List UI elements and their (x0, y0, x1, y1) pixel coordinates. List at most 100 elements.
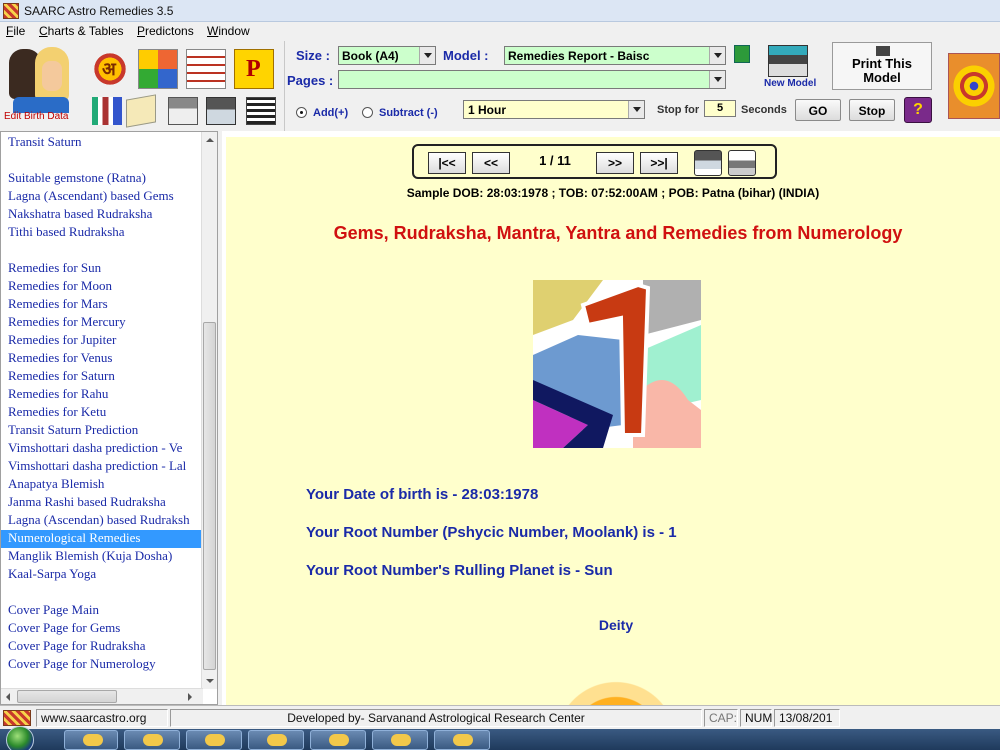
size-label: Size : (296, 48, 330, 63)
sidebar-item[interactable]: Cover Page Main (8, 602, 99, 620)
sidebar-item[interactable]: Remedies for Mars (8, 296, 108, 314)
sidebar-item[interactable]: Tithi based Rudraksha (8, 224, 125, 242)
print-this-model-button[interactable]: Print This Model (832, 42, 932, 90)
sidebar-item[interactable]: Lagna (Ascendan) based Rudraksh (8, 512, 190, 530)
start-button[interactable] (6, 726, 34, 750)
scroll-up-icon[interactable] (202, 132, 217, 148)
deity-heading: Deity (598, 617, 634, 633)
sidebar-item[interactable]: Cover Page for Numerology (8, 656, 156, 674)
sidebar-item[interactable]: Nakshatra based Rudraksha (8, 206, 152, 224)
add-radio-label[interactable]: Add(+) (313, 107, 348, 119)
taskbar-folder-app[interactable] (372, 730, 428, 750)
new-model-icon[interactable] (768, 45, 808, 77)
edit-birth-data-icon[interactable] (5, 45, 77, 115)
scroll-down-icon[interactable] (202, 673, 217, 689)
printer-icon[interactable] (206, 97, 236, 125)
om-icon[interactable]: अ (90, 49, 130, 89)
report-sections-list: Transit Saturn Suitable gemstone (Ratna) L… (0, 131, 218, 705)
printer-icon (876, 46, 890, 56)
scroll-thumb[interactable] (203, 322, 216, 670)
sidebar-item[interactable]: Remedies for Jupiter (8, 332, 116, 350)
go-button[interactable]: GO (795, 99, 841, 121)
print-preview-icon[interactable] (728, 150, 756, 176)
prediction-p-icon[interactable]: P (234, 49, 274, 89)
sidebar-item[interactable]: Remedies for Venus (8, 350, 112, 368)
caps-indicator: CAP: (704, 709, 738, 727)
help-book-icon[interactable]: ? (904, 97, 932, 123)
sidebar-item[interactable]: Kaal-Sarpa Yoga (8, 566, 96, 584)
sidebar-item[interactable]: Cover Page for Rudraksha (8, 638, 146, 656)
sidebar-item[interactable]: Remedies for Sun (8, 260, 101, 278)
sidebar-item[interactable]: Janma Rashi based Rudraksha (8, 494, 166, 512)
size-select[interactable]: Book (A4) (338, 46, 436, 65)
open-book-icon[interactable] (126, 94, 156, 128)
taskbar-key-app-2[interactable] (186, 730, 242, 750)
root-number-line: Your Root Number (Pshycic Number, Moolan… (306, 524, 677, 541)
sample-birth-details: Sample DOB: 28:03:1978 ; TOB: 07:52:00AM… (406, 186, 820, 200)
report-page: |<< << 1 / 11 >> >>| Sample DOB: 28:03:1… (226, 137, 1000, 705)
chart-grid-icon[interactable] (138, 49, 178, 89)
menu-file[interactable]: File (6, 24, 25, 38)
sidebar-item[interactable]: Transit Saturn Prediction (8, 422, 138, 440)
chevron-down-icon[interactable] (419, 47, 435, 64)
chevron-down-icon[interactable] (628, 101, 644, 118)
sidebar-item[interactable]: Transit Saturn (8, 134, 82, 152)
taskbar-key-app-1[interactable] (124, 730, 180, 750)
subtract-radio-label[interactable]: Subtract (-) (379, 107, 438, 119)
sidebar-item[interactable]: Remedies for Saturn (8, 368, 115, 386)
stop-button[interactable]: Stop (849, 99, 895, 121)
sidebar-item[interactable]: Remedies for Ketu (8, 404, 106, 422)
sidebar-item[interactable]: Remedies for Moon (8, 278, 112, 296)
add-radio[interactable] (296, 107, 307, 118)
first-page-button[interactable]: |<< (428, 152, 466, 174)
subtract-radio[interactable] (362, 107, 373, 118)
sidebar-item[interactable]: Lagna (Ascendant) based Gems (8, 188, 174, 206)
mandala-icon[interactable] (948, 53, 1000, 119)
model-select[interactable]: Remedies Report - Baisc (504, 46, 726, 65)
report-heading: Gems, Rudraksha, Mantra, Yantra and Reme… (333, 223, 903, 243)
sidebar-item[interactable]: Remedies for Mercury (8, 314, 126, 332)
sidebar-item[interactable]: Anapatya Blemish (8, 476, 104, 494)
taskbar-app-5[interactable] (310, 730, 366, 750)
report-toolbar: Size : Book (A4) Model : Remedies Report… (286, 41, 1000, 131)
website-panel[interactable]: www.saarcastro.org (36, 709, 168, 727)
taskbar-app-1[interactable] (64, 730, 118, 750)
stop-seconds-input[interactable]: 5 (704, 100, 736, 117)
menu-predictions[interactable]: Predictons (137, 24, 194, 38)
edit-birth-data-label[interactable]: Edit Birth Data (4, 111, 68, 122)
vertical-scrollbar[interactable] (201, 132, 217, 689)
chevron-down-icon[interactable] (709, 71, 725, 88)
sidebar-item[interactable]: Manglik Blemish (Kuja Dosha) (8, 548, 172, 566)
title-bar: SAARC Astro Remedies 3.5 (0, 0, 1000, 22)
sidebar-item[interactable]: Vimshottari dasha prediction - Ve (8, 440, 182, 458)
print-page-icon[interactable] (694, 150, 722, 176)
interval-select[interactable]: 1 Hour (463, 100, 645, 119)
page-navigator: |<< << 1 / 11 >> >>| (412, 144, 777, 179)
sidebar-item-selected[interactable]: Numerological Remedies (1, 530, 203, 548)
new-model-label[interactable]: New Model (764, 78, 816, 89)
bar-chart-icon[interactable] (92, 97, 122, 125)
app-icon[interactable] (3, 3, 19, 19)
pages-select[interactable] (338, 70, 726, 89)
sidebar-item[interactable]: Remedies for Rahu (8, 386, 108, 404)
refresh-icon[interactable] (734, 45, 750, 63)
print-icon[interactable] (168, 97, 198, 125)
previous-page-button[interactable]: << (472, 152, 510, 174)
sidebar-item[interactable]: Vimshottari dasha prediction - Lal (8, 458, 186, 476)
menu-charts-tables[interactable]: Charts & Tables (39, 24, 124, 38)
numerology-one-image (533, 280, 701, 448)
scroll-thumb[interactable] (17, 690, 117, 703)
chevron-down-icon[interactable] (709, 47, 725, 64)
next-page-button[interactable]: >> (596, 152, 634, 174)
sidebar-item[interactable]: Suitable gemstone (Ratna) (8, 170, 146, 188)
sidebar-item[interactable]: Cover Page for Gems (8, 620, 120, 638)
list-icon[interactable] (246, 97, 276, 125)
taskbar-key-app-3[interactable] (248, 730, 304, 750)
last-page-button[interactable]: >>| (640, 152, 678, 174)
developer-panel: Developed by- Sarvanand Astrological Res… (170, 709, 702, 727)
num-indicator: NUM (740, 709, 772, 727)
horizontal-scrollbar[interactable] (1, 688, 203, 704)
taskbar-saarc-app[interactable] (434, 730, 490, 750)
table-icon[interactable] (186, 49, 226, 89)
menu-window[interactable]: Window (207, 24, 250, 38)
